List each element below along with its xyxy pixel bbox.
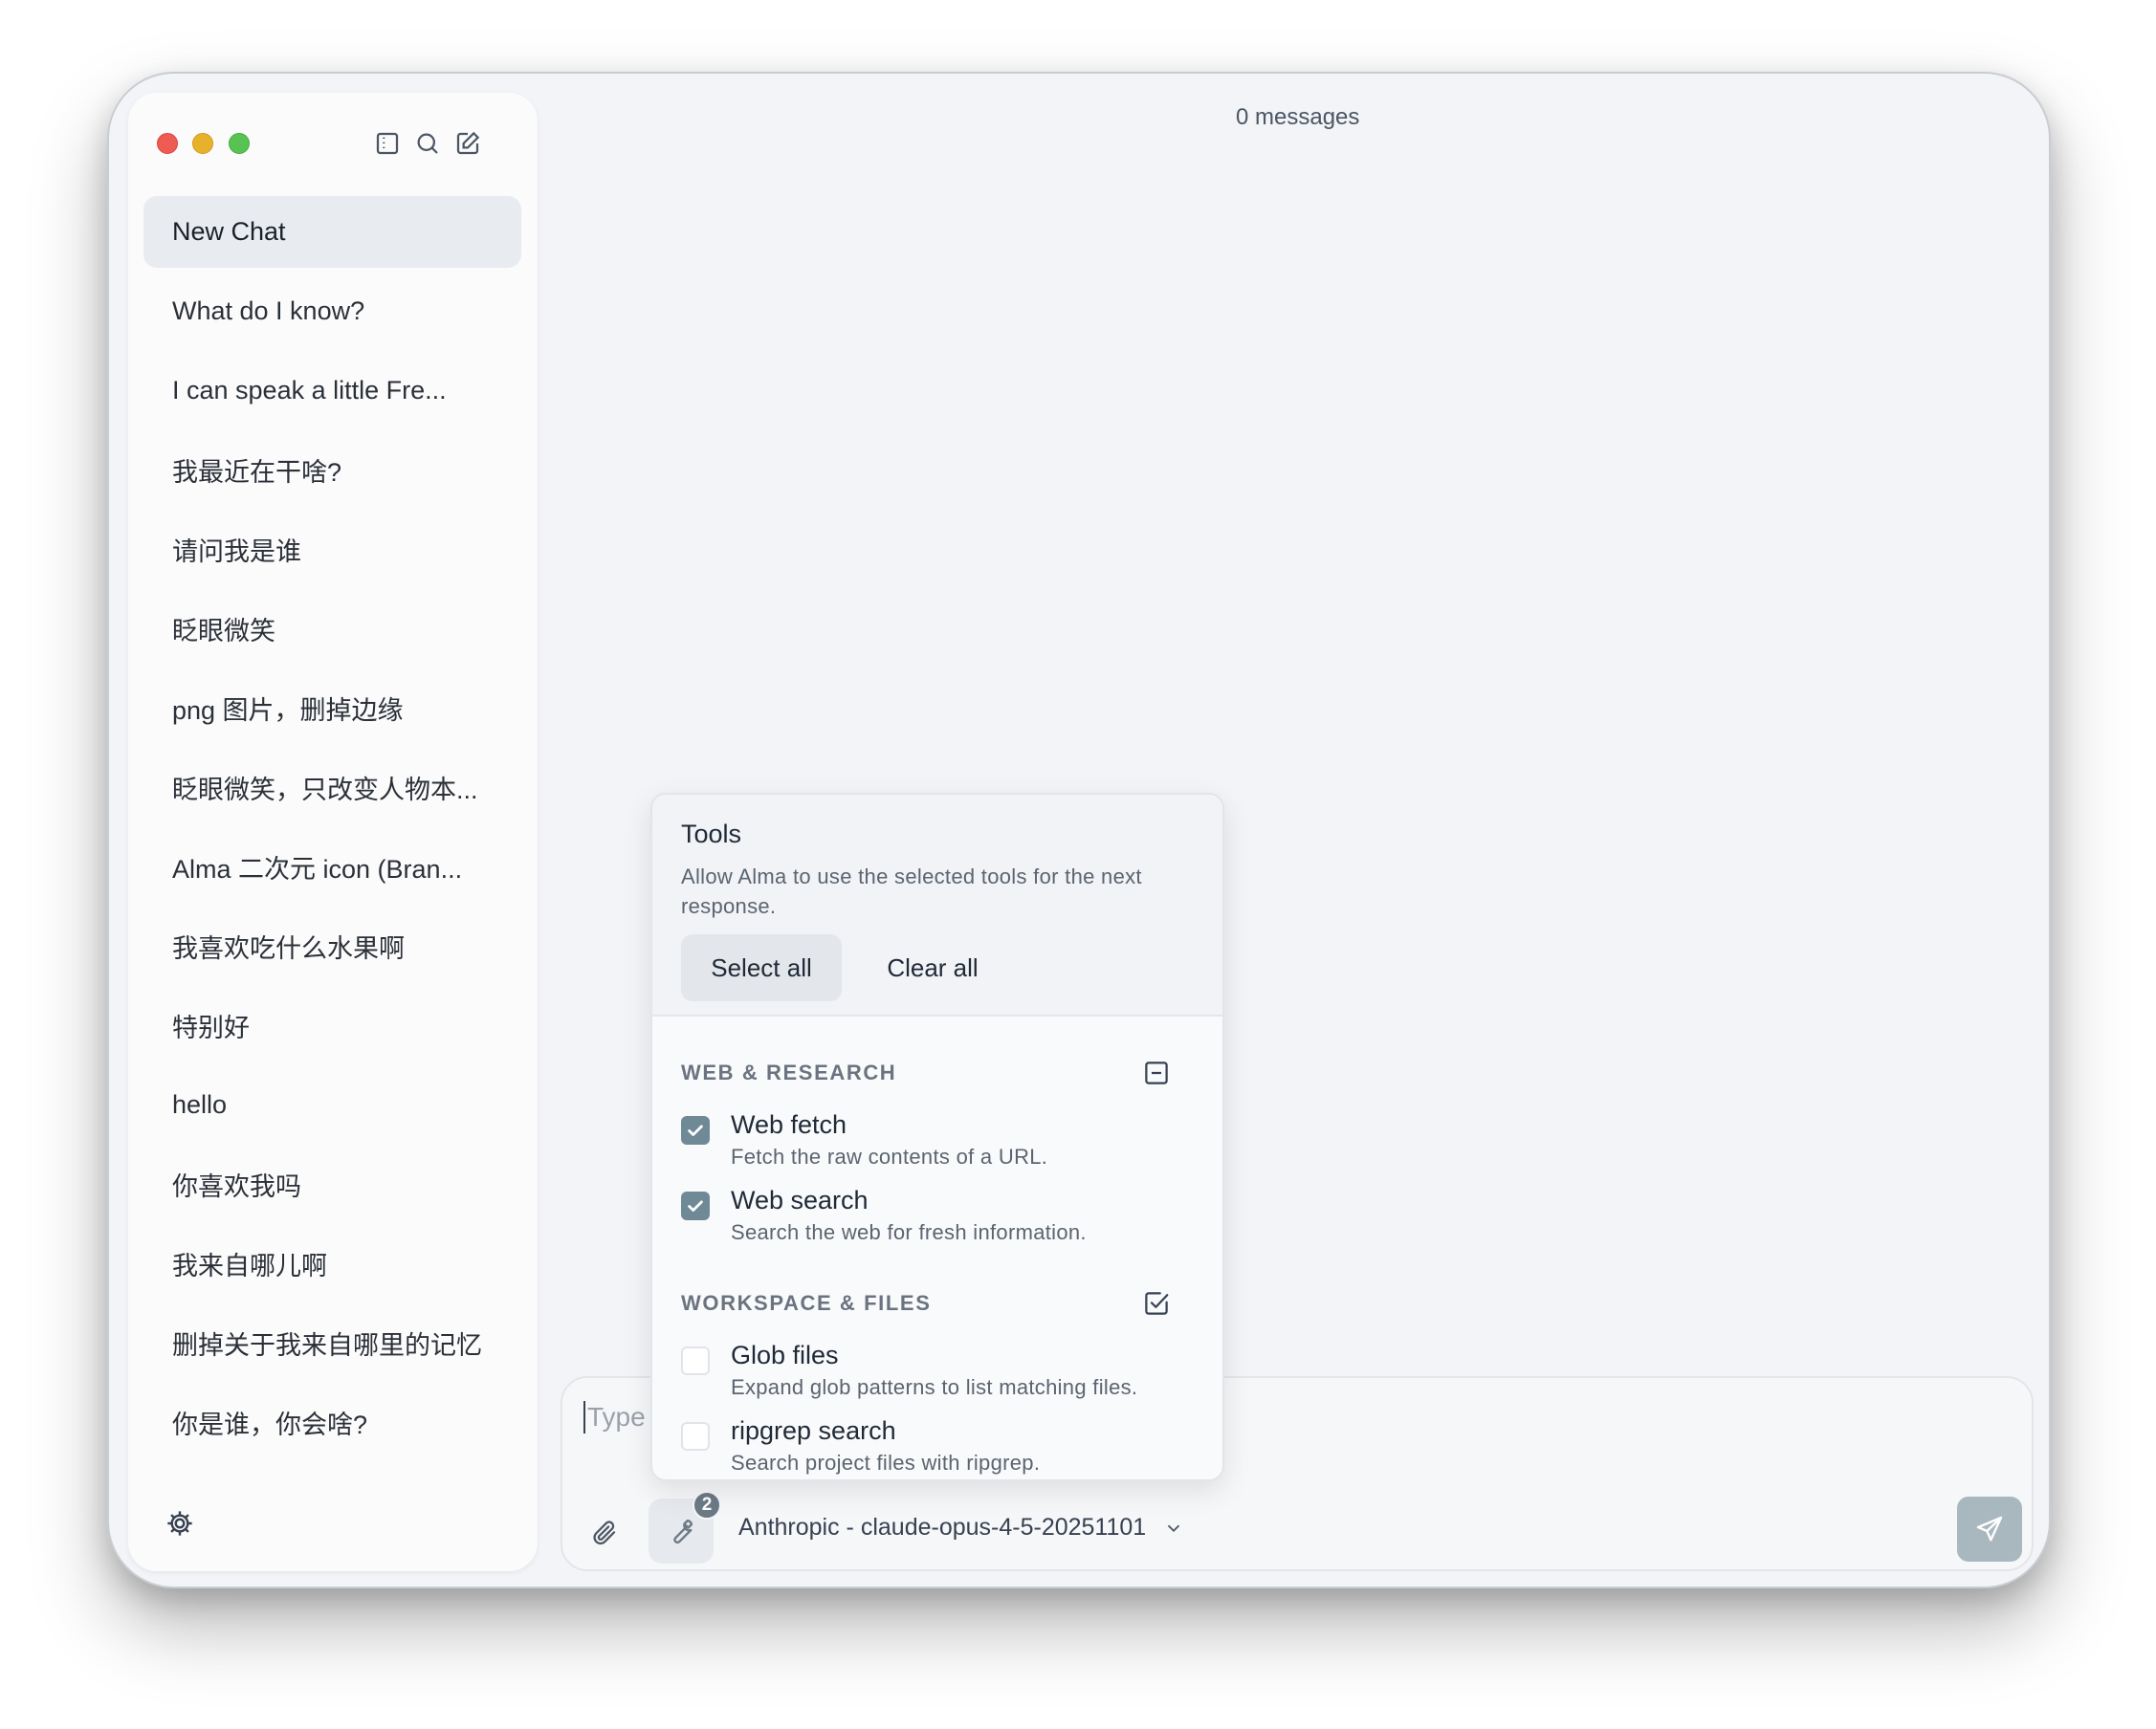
tool-name: Web fetch [731,1110,847,1139]
tools-popover-description: Allow Alma to use the selected tools for… [681,864,1142,918]
chat-item[interactable]: Alma 二次元 icon (Bran... [143,831,521,903]
checkbox-ripgrep-search[interactable] [681,1422,710,1451]
chat-item[interactable]: 特别好 [143,990,521,1061]
clear-all-button[interactable]: Clear all [861,934,1004,1001]
chat-item[interactable]: 你是谁，你会啥? [143,1387,521,1458]
send-button[interactable] [1957,1497,2022,1562]
tool-description: Search the web for fresh information. [731,1220,1087,1244]
chat-item[interactable]: 请问我是谁 [143,514,521,585]
chat-item[interactable]: hello [143,1069,521,1141]
checkbox-web-fetch[interactable] [681,1116,710,1145]
tools-popover-header: Tools Allow Alma to use the selected too… [652,795,1222,1017]
chat-item-new-chat[interactable]: New Chat [143,196,521,268]
search-icon[interactable] [411,127,444,160]
tools-popover-title: Tools [681,820,742,848]
chat-item[interactable]: 我来自哪儿啊 [143,1228,521,1300]
tools-count-badge: 2 [693,1491,721,1520]
wrench-icon [673,1519,693,1544]
chat-item[interactable]: png 图片，删掉边缘 [143,672,521,744]
compose-icon[interactable] [451,127,484,160]
chat-item[interactable]: What do I know? [143,275,521,347]
chat-item[interactable]: 我喜欢吃什么水果啊 [143,910,521,982]
section-heading-web-research: WEB & RESEARCH [681,1061,897,1084]
select-all-button[interactable]: Select all [681,934,842,1001]
message-count: 0 messages [1236,104,1360,130]
chat-list: New Chat What do I know? I can speak a l… [143,196,521,1466]
paperclip-icon[interactable] [585,1514,624,1552]
chat-item[interactable]: 眨眼微笑 [143,593,521,665]
sidebar: New Chat What do I know? I can speak a l… [128,93,538,1571]
chat-item[interactable]: 我最近在干啥? [143,434,521,506]
chat-item[interactable]: 你喜欢我吗 [143,1149,521,1220]
model-select[interactable]: Anthropic - claude-opus-4-5-20251101 [738,1514,1184,1542]
tool-name: Web search [731,1186,869,1215]
close-window-button[interactable] [157,133,178,154]
minimize-window-button[interactable] [192,133,213,154]
message-input[interactable]: Type [583,1401,646,1434]
send-icon [1976,1516,2003,1542]
check-square-icon[interactable] [1142,1289,1171,1318]
tool-name: Glob files [731,1341,839,1369]
tools-button[interactable]: 2 [649,1491,721,1564]
checkbox-glob-files[interactable] [681,1346,710,1375]
tools-popover: Tools Allow Alma to use the selected too… [650,793,1224,1481]
zoom-window-button[interactable] [229,133,250,154]
model-select-label: Anthropic - claude-opus-4-5-20251101 [738,1514,1147,1541]
sidebar-toggle-icon[interactable] [371,127,404,160]
tool-name: ripgrep search [731,1416,896,1445]
tool-description: Search project files with ripgrep. [731,1451,1041,1475]
text-caret [583,1401,585,1434]
tool-description: Fetch the raw contents of a URL. [731,1145,1048,1169]
app-window: New Chat What do I know? I can speak a l… [107,72,2051,1588]
tool-description: Expand glob patterns to list matching fi… [731,1375,1138,1399]
minus-square-icon[interactable] [1142,1059,1171,1087]
section-heading-workspace-files: WORKSPACE & FILES [681,1291,932,1315]
checkbox-web-search[interactable] [681,1192,710,1220]
chat-item[interactable]: 删掉关于我来自哪里的记忆 [143,1307,521,1379]
gear-icon[interactable] [165,1508,195,1539]
chevron-down-icon [1168,1524,1180,1532]
message-input-placeholder: Type [587,1402,646,1432]
chat-item[interactable]: 眨眼微笑，只改变人物本... [143,752,521,823]
chat-item[interactable]: I can speak a little Fre... [143,355,521,427]
